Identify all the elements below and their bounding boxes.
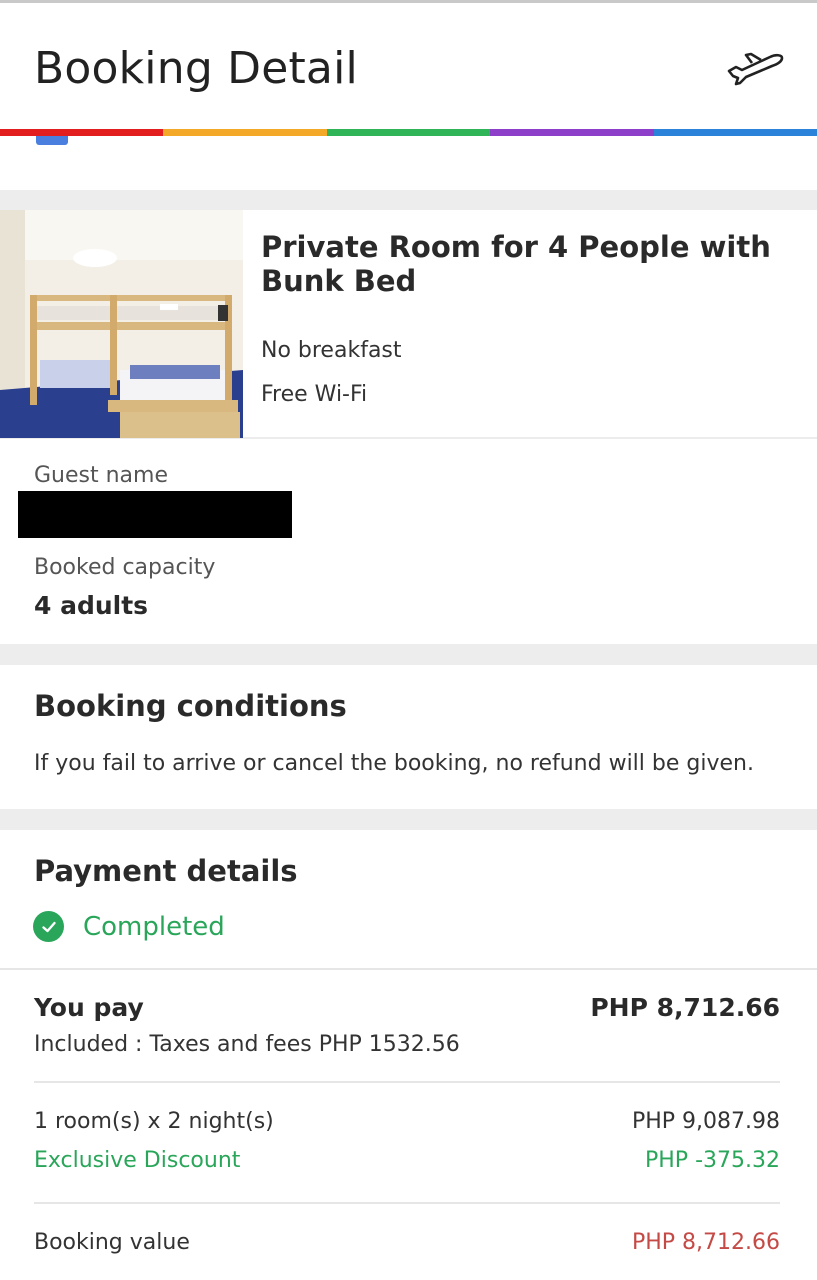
brand-bar-orange [163,129,327,136]
booking-conditions-text: If you fail to arrive or cancel the book… [34,751,754,776]
guest-section: Guest name Booked capacity 4 adults [0,441,817,644]
divider [34,1202,780,1204]
room-nights-value: PHP 9,087.98 [631,1109,780,1134]
guest-name-label: Guest name [34,463,168,488]
you-pay-label: You pay [34,993,144,1022]
taxes-note: Included : Taxes and fees PHP 1532.56 [34,1032,460,1057]
room-nights-label: 1 room(s) x 2 night(s) [34,1109,274,1134]
room-photo [0,210,243,438]
brand-bar-purple [490,129,654,136]
exclusive-discount-value: PHP -375.32 [645,1148,780,1173]
booking-conditions-title: Booking conditions [34,689,347,723]
section-divider [0,809,817,830]
payment-details-section: Payment details Completed You pay PHP 8,… [0,830,817,1280]
airplane-icon[interactable] [726,47,784,87]
booking-conditions-section: Booking conditions If you fail to arrive… [0,665,817,809]
section-divider [0,644,817,665]
page-title: Booking Detail [34,43,358,94]
brand-color-bar [0,129,817,136]
booked-capacity-value: 4 adults [34,591,149,620]
booked-capacity-label: Booked capacity [34,555,216,580]
calendar-icon [36,136,68,145]
check-circle-icon [33,911,64,942]
payment-status: Completed [33,911,225,942]
brand-bar-red [0,129,164,136]
room-info: Private Room for 4 People with Bunk Bed … [261,230,801,406]
section-divider [0,190,817,210]
divider [34,1081,780,1083]
you-pay-value: PHP 8,712.66 [590,993,780,1022]
room-name: Private Room for 4 People with Bunk Bed [261,230,771,298]
booking-value-label: Booking value [34,1230,190,1255]
guest-name-redacted [18,491,292,538]
app-header: Booking Detail [0,3,817,130]
booking-value-value: PHP 8,712.66 [631,1230,780,1255]
exclusive-discount-label: Exclusive Discount [34,1148,241,1173]
payment-details-title: Payment details [34,854,298,888]
brand-bar-blue [653,129,817,136]
payment-status-text: Completed [83,911,225,942]
room-feature-breakfast: No breakfast [261,338,402,363]
brand-bar-green [326,129,491,136]
room-card[interactable]: Private Room for 4 People with Bunk Bed … [0,210,817,439]
scrolled-banner [0,136,817,190]
room-feature-wifi: Free Wi-Fi [261,382,368,407]
divider [0,968,817,970]
